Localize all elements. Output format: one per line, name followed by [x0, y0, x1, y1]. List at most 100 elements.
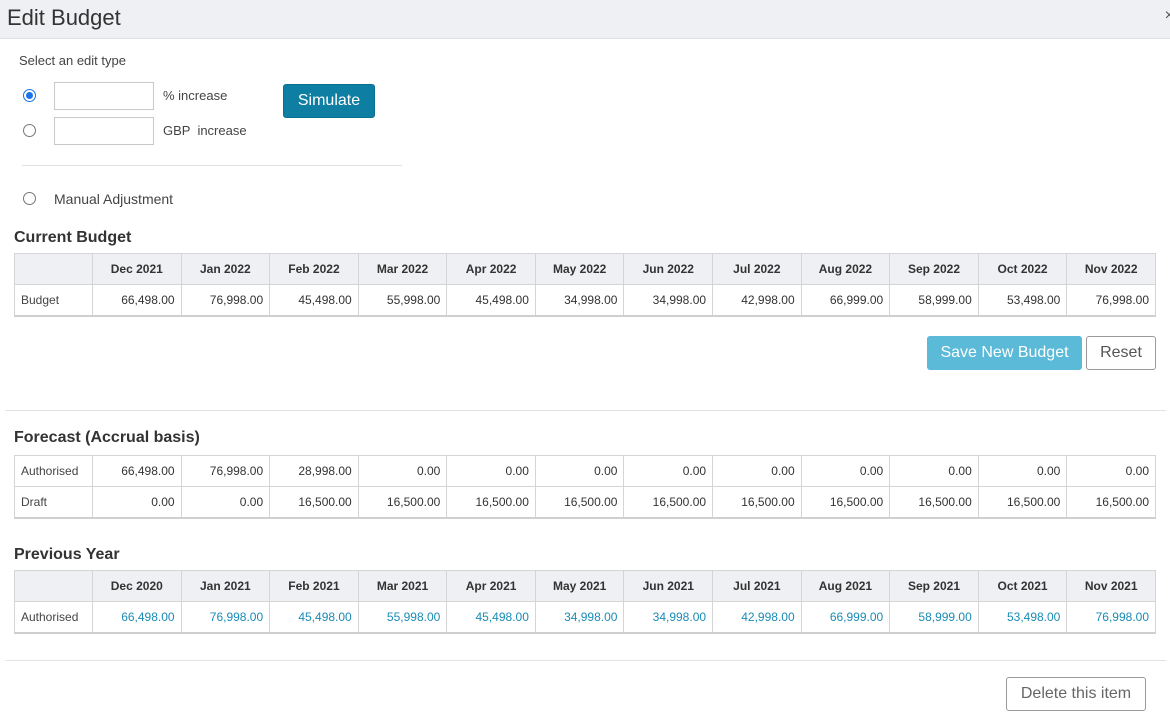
previous-year-table: Dec 2020 Jan 2021 Feb 2021 Mar 2021 Apr 2021…	[14, 570, 1156, 634]
row-label: Authorised	[14, 455, 93, 487]
forecast-table: Authorised 66,498.00 76,998.00 28,998.00 0.0…	[14, 455, 1156, 519]
column-header: Jul 2022	[712, 253, 802, 285]
gbp-increase-radio[interactable]	[23, 124, 36, 137]
column-header: Aug 2021	[800, 570, 891, 602]
close-icon[interactable]: ×	[1165, 7, 1170, 25]
table-cell: 16,500.00	[889, 486, 979, 519]
table-cell: 34,998.00	[534, 284, 625, 317]
dialog-title: Edit Budget	[7, 5, 121, 30]
reset-button[interactable]: Reset	[1086, 336, 1156, 370]
table-cell: 0.00	[446, 455, 536, 487]
column-header: Mar 2022	[357, 253, 448, 285]
table-cell[interactable]: 55,998.00	[357, 601, 448, 634]
table-cell: 58,999.00	[889, 284, 979, 317]
save-new-budget-button[interactable]: Save New Budget	[927, 336, 1082, 370]
row-label: Authorised	[14, 601, 93, 634]
column-header: Oct 2022	[977, 253, 1068, 285]
table-cell: 16,500.00	[357, 486, 448, 519]
table-header-row: Dec 2020 Jan 2021 Feb 2021 Mar 2021 Apr 2021…	[14, 570, 1156, 602]
row-label: Draft	[14, 486, 93, 519]
table-cell[interactable]: 53,498.00	[977, 601, 1068, 634]
table-cell: 0.00	[180, 486, 271, 519]
table-cell: 0.00	[712, 455, 802, 487]
table-row: Authorised 66,498.00 76,998.00 45,498.00 55,…	[14, 601, 1156, 634]
table-cell: 16,500.00	[1066, 486, 1156, 519]
gbp-increase-input[interactable]	[54, 117, 154, 145]
table-cell: 0.00	[889, 455, 979, 487]
percent-increase-label: % increase	[163, 88, 228, 103]
table-cell: 76,998.00	[180, 284, 271, 317]
gbp-increase-label: GBP increase	[163, 123, 247, 138]
table-cell: 16,500.00	[977, 486, 1068, 519]
column-header: Nov 2021	[1066, 570, 1156, 602]
column-header: Dec 2020	[92, 570, 182, 602]
table-cell: 42,998.00	[712, 284, 802, 317]
column-header: Nov 2022	[1066, 253, 1156, 285]
percent-increase-radio[interactable]	[23, 89, 36, 102]
column-header: Feb 2022	[269, 253, 359, 285]
table-row: Draft 0.00 0.00 16,500.00 16,500.00 16,500.00…	[14, 486, 1156, 519]
column-header: Jun 2021	[623, 570, 714, 602]
column-header: Feb 2021	[269, 570, 359, 602]
table-cell: 45,498.00	[446, 284, 536, 317]
table-cell: 16,500.00	[800, 486, 891, 519]
table-cell: 66,498.00	[92, 284, 182, 317]
table-cell: 0.00	[623, 455, 714, 487]
column-header: Sep 2021	[889, 570, 979, 602]
table-cell: 53,498.00	[977, 284, 1068, 317]
table-header-row: Dec 2021 Jan 2022 Feb 2022 Mar 2022 Apr 2022…	[14, 253, 1156, 285]
divider	[5, 410, 1166, 411]
corner-header-cell	[14, 253, 93, 285]
table-cell: 16,500.00	[269, 486, 359, 519]
table-cell: 0.00	[977, 455, 1068, 487]
column-header: Jun 2022	[623, 253, 714, 285]
table-cell[interactable]: 66,999.00	[800, 601, 891, 634]
table-cell[interactable]: 76,998.00	[1066, 601, 1156, 634]
row-label: Budget	[14, 284, 93, 317]
manual-adjustment-label: Manual Adjustment	[54, 191, 174, 207]
table-cell: 0.00	[800, 455, 891, 487]
table-row: Budget 66,498.00 76,998.00 45,498.00 55,998.…	[14, 284, 1156, 317]
column-header: Apr 2021	[446, 570, 536, 602]
column-header: Dec 2021	[92, 253, 182, 285]
column-header: Jul 2021	[712, 570, 802, 602]
column-header: Oct 2021	[977, 570, 1068, 602]
column-header: Jan 2021	[180, 570, 271, 602]
delete-item-button[interactable]: Delete this item	[1006, 677, 1146, 711]
table-cell: 66,999.00	[800, 284, 891, 317]
table-cell: 16,500.00	[712, 486, 802, 519]
previous-year-title: Previous Year	[14, 546, 120, 563]
table-cell: 16,500.00	[623, 486, 714, 519]
manual-adjustment-radio[interactable]	[23, 192, 36, 205]
simulate-button[interactable]: Simulate	[283, 84, 375, 118]
divider	[5, 660, 1166, 661]
table-cell[interactable]: 45,498.00	[269, 601, 359, 634]
table-cell: 34,998.00	[623, 284, 714, 317]
table-cell: 0.00	[357, 455, 448, 487]
column-header: Aug 2022	[800, 253, 891, 285]
percent-increase-input[interactable]	[54, 82, 154, 110]
column-header: Jan 2022	[180, 253, 271, 285]
table-cell[interactable]: 76,998.00	[180, 601, 271, 634]
current-budget-table: Dec 2021 Jan 2022 Feb 2022 Mar 2022 Apr 2022…	[14, 253, 1156, 317]
table-cell[interactable]: 34,998.00	[534, 601, 625, 634]
column-header: Mar 2021	[357, 570, 448, 602]
table-cell: 66,498.00	[92, 455, 182, 487]
table-cell[interactable]: 66,498.00	[92, 601, 182, 634]
forecast-title: Forecast (Accrual basis)	[14, 429, 200, 446]
table-cell: 16,500.00	[446, 486, 536, 519]
table-cell[interactable]: 58,999.00	[889, 601, 979, 634]
column-header: Sep 2022	[889, 253, 979, 285]
current-budget-title: Current Budget	[14, 229, 132, 246]
table-cell: 28,998.00	[269, 455, 359, 487]
table-cell[interactable]: 34,998.00	[623, 601, 714, 634]
table-cell: 55,998.00	[357, 284, 448, 317]
edit-type-label: Select an edit type	[19, 53, 126, 68]
divider	[22, 165, 402, 166]
table-cell: 76,998.00	[180, 455, 271, 487]
table-cell: 0.00	[534, 455, 625, 487]
table-cell: 76,998.00	[1066, 284, 1156, 317]
table-cell[interactable]: 42,998.00	[712, 601, 802, 634]
table-cell[interactable]: 45,498.00	[446, 601, 536, 634]
table-cell: 16,500.00	[534, 486, 625, 519]
